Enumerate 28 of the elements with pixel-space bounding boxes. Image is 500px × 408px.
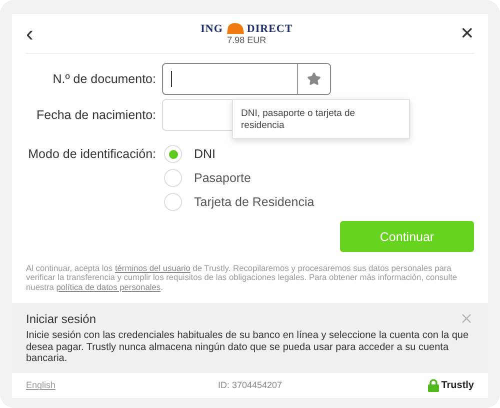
radio-label: DNI — [194, 147, 216, 161]
legal-link[interactable]: términos del usuario — [114, 263, 190, 273]
logo-text: ING — [200, 22, 223, 34]
session-id: ID: 3704454207 — [218, 380, 282, 390]
legal-text: Al continuar, acepta los términos del usuario de Trustly. Recopilaremos y procesaremos sus datos personales para verificar la transferencia y cumplir los requisitos de las obligaciones legales. Para obtener más información, consulte nuestra política de datos personales. — [26, 264, 458, 292]
info-text: Inicie sesión con las credenciales habituales de su banco en línea y seleccione la cuenta con la que desea pagar. Trustly nunca almacena ningún dato que se pueda usar para acceder a su cuenta bancaria. — [26, 330, 470, 365]
radio-button[interactable] — [164, 145, 182, 163]
field-label: N.º de documento: — [52, 72, 157, 86]
close-button[interactable]: ✕ — [460, 25, 474, 42]
amount: 7.98 EUR — [227, 35, 266, 45]
language-link[interactable]: English — [26, 380, 106, 390]
back-button[interactable]: ‹ — [26, 22, 34, 44]
field-label: Fecha de nacimiento: — [35, 108, 157, 122]
radio-button[interactable] — [164, 193, 182, 211]
radio-label: Tarjeta de Residencia — [194, 195, 314, 209]
radio-button[interactable] — [164, 169, 182, 187]
lock-icon — [428, 378, 440, 392]
star-icon — [307, 72, 321, 86]
star-button[interactable] — [297, 64, 330, 94]
legal-link[interactable]: política de datos personales — [56, 282, 161, 292]
logo-text: DIRECT — [246, 22, 293, 34]
tooltip: DNI, pasaporte o tarjeta de residencia — [232, 99, 410, 139]
brand-name: Trustly — [441, 380, 474, 391]
info-title: Iniciar sesión — [26, 312, 96, 326]
document-field[interactable] — [162, 63, 331, 95]
continue-button[interactable]: Continuar — [340, 221, 474, 252]
radio-label: Pasaporte — [194, 171, 251, 185]
field-label: Modo de identificación: — [27, 146, 157, 161]
